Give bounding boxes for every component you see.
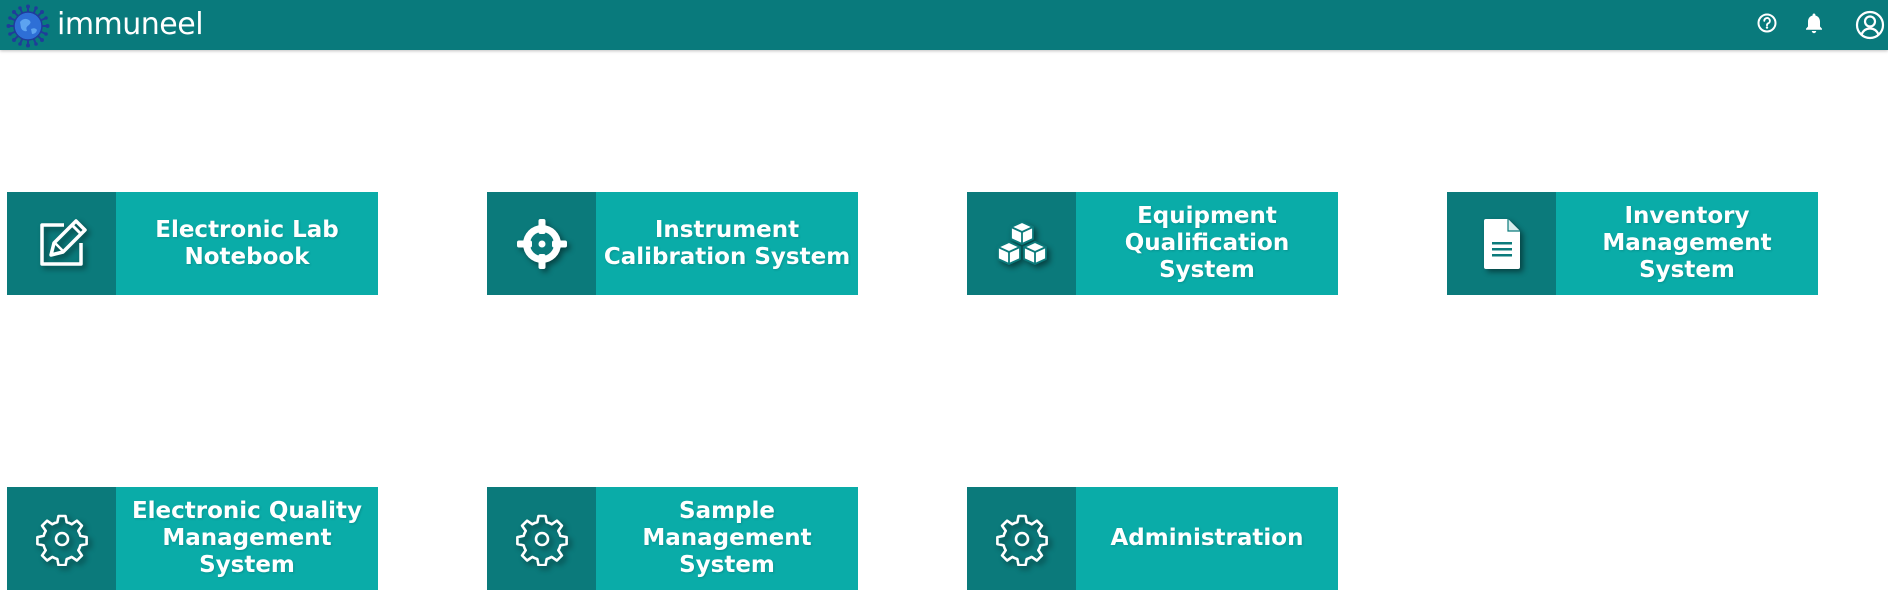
module-card-instrument-calibration-system[interactable]: Instrument Calibration System bbox=[487, 192, 858, 295]
module-card-administration[interactable]: Administration bbox=[967, 487, 1338, 590]
gear-icon bbox=[35, 514, 88, 566]
module-card-inventory-management-system[interactable]: Inventory Management System bbox=[1447, 192, 1818, 295]
module-card-equipment-qualification-system[interactable]: Equipment Qualification System bbox=[967, 192, 1338, 295]
document-icon bbox=[1483, 218, 1520, 269]
module-label: Inventory Management System bbox=[1602, 203, 1772, 283]
edit-square-icon bbox=[39, 218, 87, 266]
module-label: Administration bbox=[1110, 525, 1304, 551]
module-label: Electronic Quality Management System bbox=[131, 498, 363, 578]
module-label: Electronic Lab Notebook bbox=[155, 216, 339, 270]
module-label: Sample Management System bbox=[642, 498, 812, 578]
cubes-icon bbox=[996, 220, 1047, 265]
module-label: Instrument Calibration System bbox=[603, 216, 851, 270]
module-label: Equipment Qualification System bbox=[1124, 203, 1290, 283]
gear-icon bbox=[995, 514, 1048, 566]
top-bar: immuneel bbox=[0, 0, 1888, 50]
crosshair-icon bbox=[516, 218, 567, 269]
help-circle-icon[interactable] bbox=[1756, 12, 1778, 34]
gear-icon bbox=[515, 514, 568, 566]
brand-name: immuneel bbox=[57, 7, 204, 42]
virus-globe-logo-icon[interactable] bbox=[6, 4, 50, 48]
user-circle-icon[interactable] bbox=[1855, 10, 1885, 40]
module-card-electronic-quality-management-system[interactable]: Electronic Quality Management System bbox=[7, 487, 378, 590]
module-card-electronic-lab-notebook[interactable]: Electronic Lab Notebook bbox=[7, 192, 378, 295]
bell-icon[interactable] bbox=[1802, 11, 1826, 35]
module-card-sample-management-system[interactable]: Sample Management System bbox=[487, 487, 858, 590]
